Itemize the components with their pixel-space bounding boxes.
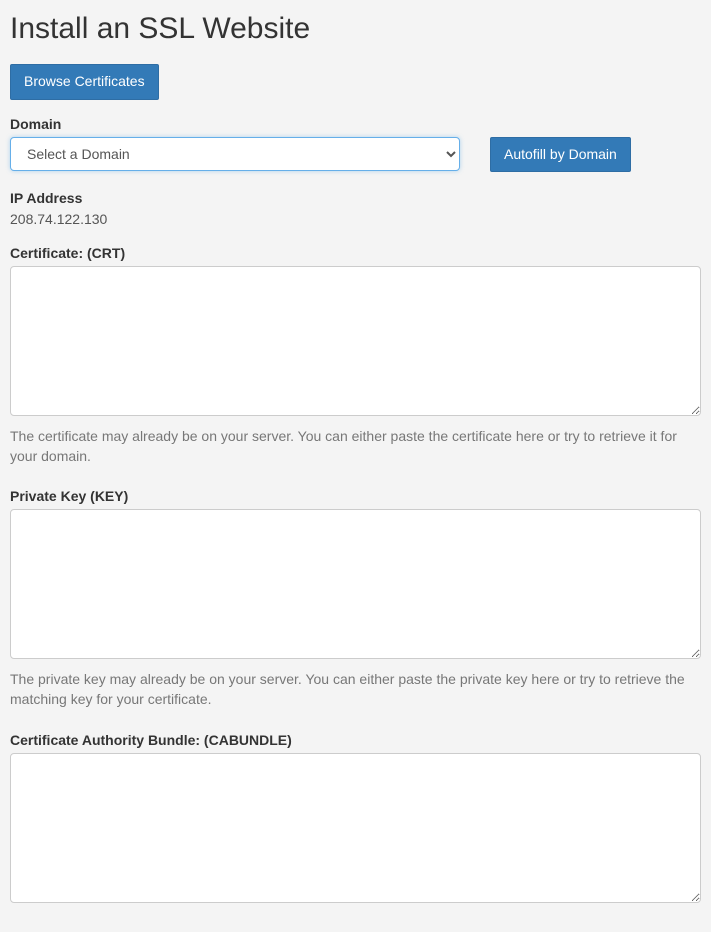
autofill-by-domain-button[interactable]: Autofill by Domain <box>490 137 631 173</box>
ip-address-label: IP Address <box>10 190 701 206</box>
ip-address-value: 208.74.122.130 <box>10 211 701 227</box>
private-key-textarea[interactable] <box>10 509 701 659</box>
certificate-crt-label: Certificate: (CRT) <box>10 245 701 261</box>
cabundle-label: Certificate Authority Bundle: (CABUNDLE) <box>10 732 701 748</box>
certificate-crt-help: The certificate may already be on your s… <box>10 427 701 466</box>
private-key-label: Private Key (KEY) <box>10 488 701 504</box>
domain-label: Domain <box>10 116 701 132</box>
page-title: Install an SSL Website <box>10 12 701 46</box>
domain-select[interactable]: Select a Domain <box>10 137 460 171</box>
cabundle-textarea[interactable] <box>10 753 701 903</box>
private-key-help: The private key may already be on your s… <box>10 670 701 709</box>
browse-certificates-button[interactable]: Browse Certificates <box>10 64 159 100</box>
certificate-crt-textarea[interactable] <box>10 266 701 416</box>
